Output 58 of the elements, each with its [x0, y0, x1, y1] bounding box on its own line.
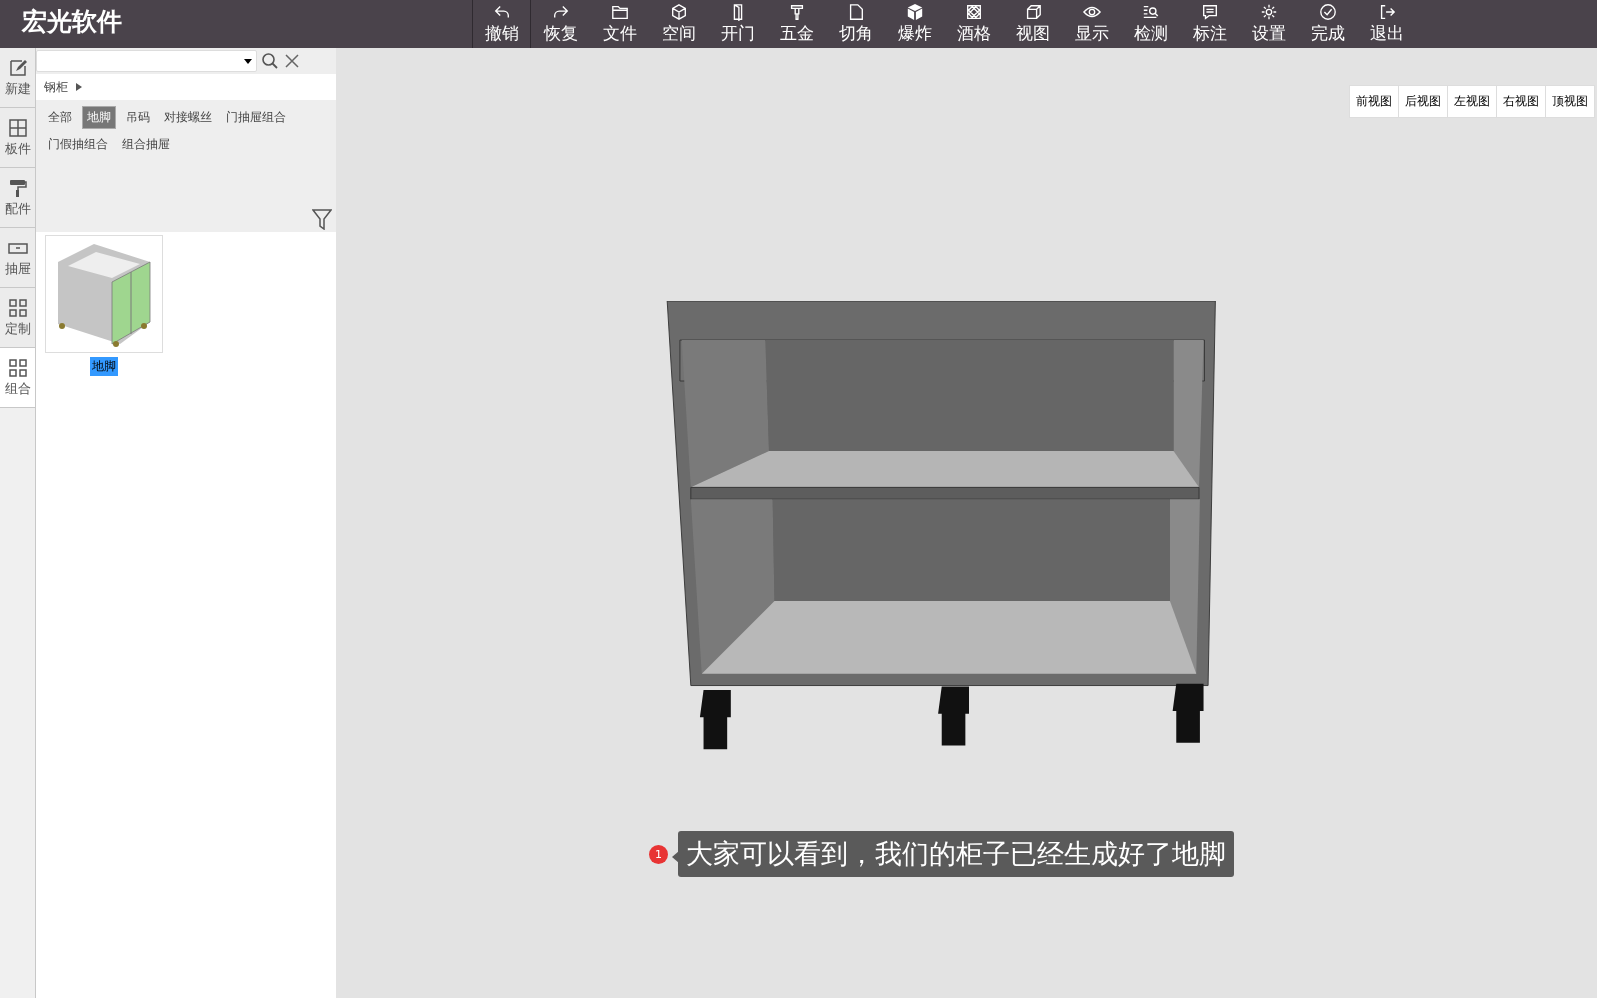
category-tab[interactable]: 吊码: [122, 106, 154, 129]
edit-icon: [7, 57, 28, 78]
toolbar-button[interactable]: 退出: [1357, 0, 1416, 48]
toolbar-button[interactable]: 视图: [1003, 0, 1062, 48]
app-logo-text: 宏光软件: [20, 6, 123, 38]
category-tab[interactable]: 门抽屉组合: [222, 106, 290, 129]
breadcrumb-label[interactable]: 钢柜: [44, 78, 68, 96]
toolbar-button[interactable]: 恢复: [531, 0, 590, 48]
search-field[interactable]: [36, 50, 257, 72]
toolbar-button[interactable]: 标注: [1180, 0, 1239, 48]
folder-icon: [610, 3, 629, 21]
toolbar-button[interactable]: 文件: [590, 0, 649, 48]
check-circle-icon: [1318, 3, 1337, 21]
arrow-icon[interactable]: [76, 83, 82, 91]
sidebar-tab[interactable]: 抽屉: [0, 228, 35, 288]
category-tab[interactable]: 地脚: [82, 106, 116, 129]
toolbar-button[interactable]: 显示: [1062, 0, 1121, 48]
toolbar-button[interactable]: 空间: [649, 0, 708, 48]
toolbar-button[interactable]: 酒格: [944, 0, 1003, 48]
comment-icon: [1200, 3, 1219, 21]
grid-icon: [7, 357, 28, 378]
view-button[interactable]: 前视图: [1350, 86, 1398, 117]
toolbar-button[interactable]: 撤销: [472, 0, 531, 48]
category-tab[interactable]: 对接螺丝: [160, 106, 216, 129]
toolbar-button[interactable]: 设置: [1239, 0, 1298, 48]
sidebar-tab[interactable]: 板件: [0, 108, 35, 168]
category-tab[interactable]: 组合抽屉: [118, 134, 174, 155]
toolbar-button[interactable]: 完成: [1298, 0, 1357, 48]
grid-icon: [7, 297, 28, 318]
panel-icon: [7, 117, 28, 138]
gear-icon: [1259, 3, 1278, 21]
toolbar-button[interactable]: 切角: [826, 0, 885, 48]
category-tab[interactable]: 全部: [44, 106, 76, 129]
toolbar-button[interactable]: 五金: [767, 0, 826, 48]
paint-roller-icon: [7, 177, 28, 198]
sidebar-tab[interactable]: 组合: [0, 348, 35, 408]
filter-icon[interactable]: [312, 208, 332, 230]
cube-icon: [905, 3, 924, 21]
cube-icon: [669, 3, 688, 21]
item-label[interactable]: 地脚: [90, 357, 118, 376]
pointer-icon: [672, 851, 679, 863]
toolbar-button[interactable]: 检测: [1121, 0, 1180, 48]
view-button[interactable]: 右视图: [1497, 86, 1545, 117]
view-button[interactable]: 后视图: [1399, 86, 1447, 117]
sidebar-tab[interactable]: 配件: [0, 168, 35, 228]
toolbar-button[interactable]: 爆炸: [885, 0, 944, 48]
list-search-icon: [1141, 3, 1160, 21]
grid-icon: [964, 3, 983, 21]
sidebar-tab[interactable]: 新建: [0, 48, 35, 108]
view-button[interactable]: 左视图: [1448, 86, 1496, 117]
toolbar-button[interactable]: 开门: [708, 0, 767, 48]
category-tab[interactable]: 门假抽组合: [44, 134, 112, 155]
sidebar-tab[interactable]: 定制: [0, 288, 35, 348]
step-badge: 1: [649, 844, 668, 864]
close-icon[interactable]: [283, 52, 301, 70]
view-button[interactable]: 顶视图: [1546, 86, 1594, 117]
caret-icon[interactable]: [244, 58, 252, 64]
search-icon[interactable]: [261, 52, 279, 70]
